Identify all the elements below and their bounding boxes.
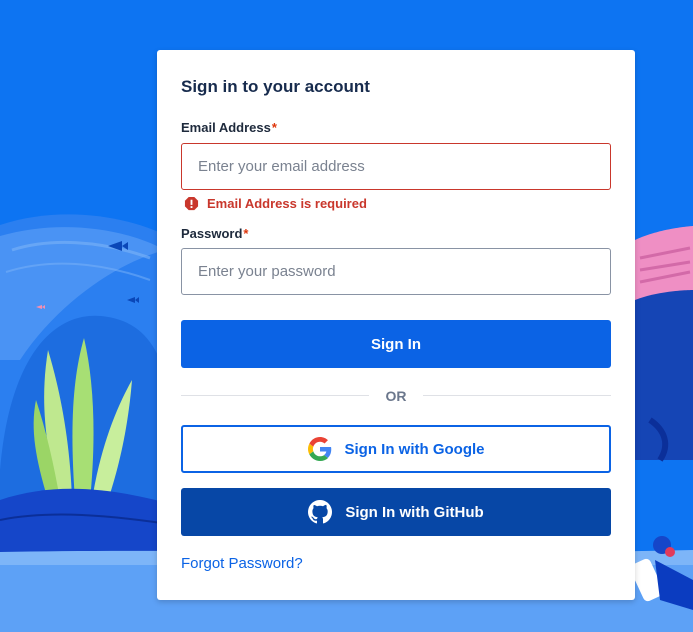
forgot-password-link[interactable]: Forgot Password?: [181, 555, 303, 572]
password-field[interactable]: [181, 248, 611, 295]
sign-in-title: Sign in to your account: [181, 77, 370, 96]
github-sign-in-button[interactable]: Sign In with GitHub: [181, 488, 611, 536]
password-required-mark: *: [243, 226, 249, 241]
email-required-mark: *: [271, 120, 277, 135]
email-field[interactable]: [181, 143, 611, 190]
email-label-text: Email Address: [181, 120, 271, 135]
sign-in-button[interactable]: Sign In: [181, 320, 611, 368]
error-icon: [184, 196, 199, 211]
google-button-label: Sign In with Google: [344, 440, 485, 458]
github-button-label: Sign In with GitHub: [345, 503, 484, 521]
email-error-text: Email Address is required: [207, 196, 367, 211]
password-label-text: Password: [181, 226, 243, 241]
google-sign-in-button[interactable]: Sign In with Google: [181, 425, 611, 473]
or-divider: OR: [181, 386, 611, 406]
password-label: Password*: [181, 226, 248, 241]
or-text: OR: [385, 388, 407, 404]
google-logo-icon: [307, 437, 332, 461]
sign-in-card: Sign in to your account Email Address* E…: [157, 50, 635, 600]
github-logo-icon: [308, 500, 333, 524]
email-error-message: Email Address is required: [184, 196, 367, 211]
email-label: Email Address*: [181, 120, 277, 135]
sign-in-button-label: Sign In: [371, 335, 421, 353]
